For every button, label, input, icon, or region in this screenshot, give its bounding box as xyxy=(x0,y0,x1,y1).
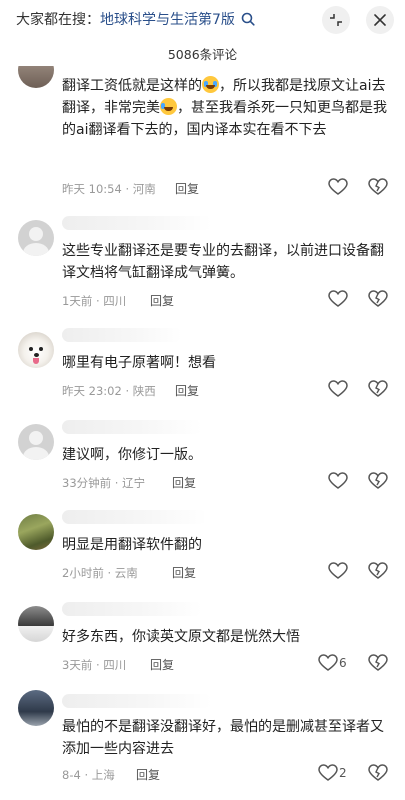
broken-heart-icon[interactable] xyxy=(368,654,388,672)
comment-item: 哪里有电子原著啊！想看 昨天 23:02 · 陕西 回复 xyxy=(0,316,405,404)
reply-button[interactable]: 回复 xyxy=(150,656,174,673)
comment-item: 建议啊，你修订一版。 33分钟前 · 辽宁 回复 xyxy=(0,408,405,496)
close-icon xyxy=(374,14,386,26)
user-name[interactable] xyxy=(62,510,207,524)
comment-text: 好多东西，你读英文原文都是恍然大悟 xyxy=(62,629,300,645)
heart-icon[interactable] xyxy=(328,562,348,580)
close-button[interactable] xyxy=(366,6,394,34)
like-count: 6 xyxy=(339,656,347,670)
broken-heart-icon[interactable] xyxy=(368,290,388,308)
collapse-icon xyxy=(330,14,342,26)
comment-item: 这些专业翻译还是要专业的去翻译，以前进口设备翻译文档将气缸翻译成气弹簧。 1天前… xyxy=(0,204,405,314)
heart-icon[interactable] xyxy=(328,290,348,308)
comment-text: 建议啊，你修订一版。 xyxy=(62,447,202,463)
broken-heart-icon[interactable] xyxy=(368,380,388,398)
reply-button[interactable]: 回复 xyxy=(172,564,196,581)
avatar[interactable] xyxy=(18,332,54,368)
reply-button[interactable]: 回复 xyxy=(175,180,199,197)
trending-search-hint[interactable]: 大家都在搜：地球科学与生活第7版 xyxy=(16,9,255,29)
comment-meta: 1天前 · 四川 xyxy=(62,294,127,308)
user-name[interactable] xyxy=(62,328,182,342)
user-name[interactable] xyxy=(62,216,212,230)
crying-emoji-icon xyxy=(202,76,219,93)
comment-meta: 33分钟前 · 辽宁 xyxy=(62,476,146,490)
comment-text: 最怕的不是翻译没翻译好，最怕的是删减甚至译者又添加一些内容进去 xyxy=(62,719,384,757)
comment-item: 好多东西，你读英文原文都是恍然大悟 3天前 · 四川 回复 6 xyxy=(0,590,405,680)
comment-meta: 3天前 · 四川 xyxy=(62,658,127,672)
avatar[interactable] xyxy=(18,690,54,726)
comment-text: 明显是用翻译软件翻的 xyxy=(62,537,202,553)
search-prefix: 大家都在搜： xyxy=(16,12,100,28)
avatar[interactable] xyxy=(18,66,54,88)
search-topic[interactable]: 地球科学与生活第7版 xyxy=(100,12,235,28)
comment-meta: 8-4 · 上海 xyxy=(62,768,115,782)
comment-item: 翻译工资低就是这样的 ，所以我都是找原文让ai去翻译，非常完美 ，甚至我看杀死一只知… xyxy=(0,66,405,201)
avatar[interactable] xyxy=(18,514,54,550)
comment-list: 翻译工资低就是这样的 ，所以我都是找原文让ai去翻译，非常完美 ，甚至我看杀死一只知… xyxy=(0,66,405,800)
broken-heart-icon[interactable] xyxy=(368,764,388,782)
comment-count: 5086条评论 xyxy=(167,47,238,62)
like-count: 2 xyxy=(339,766,347,780)
comment-meta: 2小时前 · 云南 xyxy=(62,566,138,580)
broken-heart-icon[interactable] xyxy=(368,472,388,490)
comment-meta: 昨天 10:54 · 河南 xyxy=(62,182,156,196)
avatar[interactable] xyxy=(18,220,54,256)
avatar[interactable] xyxy=(18,424,54,460)
laughing-emoji-icon xyxy=(160,98,177,115)
heart-icon[interactable] xyxy=(328,472,348,490)
heart-icon[interactable] xyxy=(318,764,338,782)
reply-button[interactable]: 回复 xyxy=(175,382,199,399)
broken-heart-icon[interactable] xyxy=(368,562,388,580)
avatar[interactable] xyxy=(18,606,54,642)
comment-text: 翻译工资低就是这样的 ，所以我都是找原文让ai去翻译，非常完美 ，甚至我看杀死一只知… xyxy=(62,76,387,138)
user-name[interactable] xyxy=(62,420,202,434)
heart-icon[interactable] xyxy=(328,380,348,398)
broken-heart-icon[interactable] xyxy=(368,178,388,196)
reply-button[interactable]: 回复 xyxy=(172,474,196,491)
comment-text: 哪里有电子原著啊！想看 xyxy=(62,355,216,371)
user-name[interactable] xyxy=(62,602,202,616)
collapse-button[interactable] xyxy=(322,6,350,34)
reply-button[interactable]: 回复 xyxy=(150,292,174,309)
comment-item: 明显是用翻译软件翻的 2小时前 · 云南 回复 xyxy=(0,498,405,588)
heart-icon[interactable] xyxy=(318,654,338,672)
user-name[interactable] xyxy=(62,694,212,708)
comment-meta: 昨天 23:02 · 陕西 xyxy=(62,384,156,398)
heart-icon[interactable] xyxy=(328,178,348,196)
reply-button[interactable]: 回复 xyxy=(136,766,160,783)
comment-text: 这些专业翻译还是要专业的去翻译，以前进口设备翻译文档将气缸翻译成气弹簧。 xyxy=(62,243,384,281)
search-icon[interactable] xyxy=(241,12,255,26)
top-bar: 大家都在搜：地球科学与生活第7版 xyxy=(0,0,405,40)
comment-item: 最怕的不是翻译没翻译好，最怕的是删减甚至译者又添加一些内容进去 8-4 · 上海… xyxy=(0,682,405,800)
